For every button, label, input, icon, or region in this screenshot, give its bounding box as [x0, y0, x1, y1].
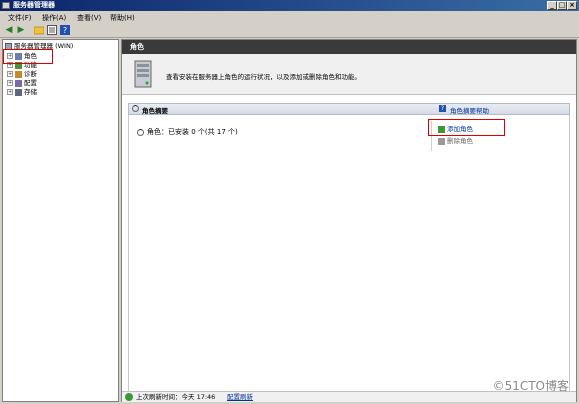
- menu-file[interactable]: 文件(F): [8, 13, 32, 23]
- remove-roles-icon: [438, 137, 445, 145]
- tree-item-label: 诊断: [24, 70, 37, 78]
- help-icon: ?: [439, 105, 446, 112]
- diagnostics-icon: [15, 70, 22, 78]
- close-button[interactable]: ×: [567, 1, 577, 10]
- minimize-button[interactable]: _: [547, 1, 557, 10]
- toolbar: ◀ ▶ ?: [0, 23, 579, 38]
- collapse-icon[interactable]: ^: [137, 128, 144, 136]
- storage-icon: [15, 88, 22, 96]
- highlight-box-roles: [3, 49, 53, 64]
- highlight-box-add-roles: [428, 119, 505, 136]
- remove-roles-button[interactable]: 删除角色: [438, 135, 473, 145]
- server-roles-icon: [134, 60, 152, 88]
- collapse-icon[interactable]: ^: [132, 105, 139, 112]
- svg-text:?: ?: [63, 26, 67, 35]
- maximize-button[interactable]: □: [557, 1, 567, 10]
- menu-view[interactable]: 查看(V): [77, 13, 101, 23]
- tree-item-configuration[interactable]: + 配置: [7, 79, 37, 88]
- main-pane: 角色 查看安装在服务器上角色的运行状况，以及添加或删除角色和功能。 ^ 角色摘要…: [121, 39, 577, 402]
- configure-refresh-link[interactable]: 配置刷新: [227, 392, 253, 402]
- roles-summary-body: ^ 角色：已安装 0 个(共 17 个) 添加角色 删除角色: [128, 115, 570, 395]
- watermark: ©51CTO博客: [492, 379, 569, 393]
- forward-icon[interactable]: ▶: [16, 25, 26, 35]
- server-manager-icon: [2, 2, 10, 9]
- help-icon[interactable]: ?: [60, 25, 70, 35]
- main-header: 角色: [122, 40, 576, 54]
- roles-summary-help-link[interactable]: 角色摘要帮助: [450, 105, 489, 115]
- tree-item-diagnostics[interactable]: + 诊断: [7, 70, 37, 79]
- configuration-icon: [15, 79, 22, 87]
- intro-section: 查看安装在服务器上角色的运行状况，以及添加或删除角色和功能。: [122, 54, 576, 95]
- menu-help[interactable]: 帮助(H): [110, 13, 135, 23]
- tree-item-label: 配置: [24, 79, 37, 87]
- title-bar: 服务器管理器 _ □ ×: [0, 0, 579, 11]
- remove-roles-label: 删除角色: [447, 137, 473, 145]
- back-icon[interactable]: ◀: [4, 25, 14, 35]
- menu-action[interactable]: 操作(A): [42, 13, 66, 23]
- refresh-icon[interactable]: [125, 393, 133, 401]
- expand-icon[interactable]: +: [7, 71, 13, 77]
- intro-text: 查看安装在服务器上角色的运行状况，以及添加或删除角色和功能。: [166, 73, 361, 81]
- tree-item-label: 存储: [24, 88, 37, 96]
- window-title: 服务器管理器: [13, 1, 55, 9]
- main-header-title: 角色: [130, 43, 144, 51]
- tree-item-storage[interactable]: + 存储: [7, 88, 37, 97]
- last-refresh-text: 上次刷新时间：今天 17:46: [136, 393, 216, 401]
- menu-bar: 文件(F) 操作(A) 查看(V) 帮助(H): [0, 11, 579, 23]
- expand-icon[interactable]: +: [7, 80, 13, 86]
- properties-icon[interactable]: [47, 25, 57, 35]
- navigation-tree: 服务器管理器 (WIN) + 角色 + 功能 + 诊断 + 配置 + 存储: [2, 39, 119, 402]
- roles-status-text: 角色：已安装 0 个(共 17 个): [147, 128, 238, 136]
- roles-summary-header[interactable]: ^ 角色摘要 ? 角色摘要帮助: [128, 103, 570, 115]
- expand-icon[interactable]: +: [7, 89, 13, 95]
- roles-summary-title: 角色摘要: [142, 107, 168, 115]
- roles-status: ^ 角色：已安装 0 个(共 17 个): [137, 127, 238, 137]
- up-folder-icon[interactable]: [33, 25, 45, 35]
